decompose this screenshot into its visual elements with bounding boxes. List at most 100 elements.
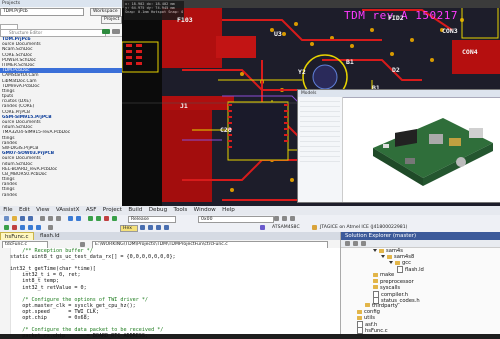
solution-tree-item-label: make bbox=[380, 272, 395, 279]
build-icon[interactable] bbox=[88, 216, 93, 221]
menu-help[interactable]: Help bbox=[219, 206, 238, 215]
hex-toggle[interactable]: Hex bbox=[120, 224, 138, 232]
undo-icon[interactable] bbox=[68, 216, 73, 221]
tab-flash-ld[interactable]: flash.ld bbox=[36, 232, 64, 240]
solution-tree-item-label: hsFunc.c bbox=[365, 328, 388, 335]
settings-icon[interactable] bbox=[112, 29, 120, 34]
menu-asf[interactable]: ASF bbox=[83, 206, 100, 215]
step-over-icon[interactable] bbox=[28, 225, 33, 230]
copy-icon[interactable] bbox=[48, 216, 53, 221]
menu-vassistx[interactable]: VAssistX bbox=[53, 206, 83, 215]
refresh-icon[interactable] bbox=[353, 240, 358, 246]
folder-icon bbox=[387, 254, 392, 259]
designator: F103 bbox=[177, 16, 193, 24]
menu-view[interactable]: View bbox=[33, 206, 53, 215]
workspace-button[interactable]: Workspace bbox=[90, 8, 121, 16]
file-icon bbox=[357, 327, 363, 335]
menu-debug[interactable]: Debug bbox=[146, 206, 171, 215]
expand-arrow-icon[interactable] bbox=[373, 249, 377, 252]
solution-tree-item-label: syscalls bbox=[380, 284, 401, 291]
device-programming-icon[interactable] bbox=[260, 225, 265, 230]
coordinate-readout: x: 18.902 dx: 18.402 mm y: 64.975 dy: 74… bbox=[124, 1, 184, 20]
altium-window: Projects TDM.PrjPcb Workspace Project St… bbox=[0, 0, 500, 206]
snap-info: Snap: 0.1mm Hotspot Snap: 0.203mm bbox=[125, 10, 183, 15]
3d-board-render[interactable] bbox=[343, 98, 499, 200]
folder-icon bbox=[365, 303, 370, 308]
paste-icon[interactable] bbox=[56, 216, 61, 221]
find-icon[interactable] bbox=[274, 216, 279, 221]
designator: CON4 bbox=[462, 48, 478, 56]
solution-tree-item[interactable]: flash.ld bbox=[397, 266, 424, 274]
watch-icon[interactable] bbox=[156, 225, 161, 230]
folder-icon bbox=[373, 279, 378, 283]
project-button[interactable]: Project bbox=[101, 16, 123, 24]
breakpoint-icon[interactable] bbox=[48, 225, 53, 230]
viewer-title: Models bbox=[301, 91, 317, 96]
projects-panel-header: Projects TDM.PrjPcb Workspace Project St… bbox=[0, 0, 123, 37]
solution-explorer-title: Solution Explorer (master) bbox=[341, 232, 500, 240]
disassembly-icon[interactable] bbox=[164, 225, 169, 230]
home-icon[interactable] bbox=[345, 240, 350, 246]
menu-build[interactable]: Build bbox=[125, 206, 145, 215]
replace-icon[interactable] bbox=[282, 216, 287, 221]
code-lines: /** Reception buffer */static uint8_t gs… bbox=[10, 248, 340, 339]
viewer-tree[interactable] bbox=[298, 97, 343, 202]
expand-arrow-icon[interactable] bbox=[389, 261, 393, 265]
projects-tree: TDM.PrjPcb ource Documents Ncam.SchDoc CORE… bbox=[0, 37, 122, 206]
collapse-all-icon[interactable] bbox=[361, 240, 366, 246]
solution-tree-item-label: gcc bbox=[402, 260, 411, 267]
solution-tree-item-label: sam4s8 bbox=[394, 254, 415, 261]
solution-tree-item-label: sam4s bbox=[386, 248, 403, 254]
solution-tree-item[interactable]: hsFunc.c bbox=[357, 327, 388, 335]
solution-tree: sam4s sam4s8 gcc flash.ld make preprocessor sy… bbox=[341, 248, 500, 335]
code-editor[interactable]: /** Reception buffer */static uint8_t gs… bbox=[0, 248, 340, 339]
project-tree-item[interactable]: randes bbox=[0, 193, 122, 198]
designator: FID2 bbox=[388, 14, 404, 22]
continue-icon[interactable] bbox=[4, 225, 9, 230]
menu-file[interactable]: File bbox=[0, 206, 16, 215]
file-icon bbox=[397, 266, 403, 274]
menu-window[interactable]: Window bbox=[190, 206, 218, 215]
start-debug-icon[interactable] bbox=[96, 216, 101, 221]
step-into-icon[interactable] bbox=[20, 225, 25, 230]
step-out-icon[interactable] bbox=[36, 225, 41, 230]
stop-icon[interactable] bbox=[104, 216, 109, 221]
solution-tree-item-label: flash.ld bbox=[405, 267, 424, 274]
code-line: packet_rx.chip = BOARD_RTC_ADDRESS; bbox=[10, 333, 149, 339]
start-without-debug-icon[interactable] bbox=[112, 216, 117, 221]
cut-icon[interactable] bbox=[40, 216, 45, 221]
menu-project[interactable]: Project bbox=[100, 206, 126, 215]
folder-icon bbox=[373, 285, 378, 290]
configuration-dropdown[interactable]: Release bbox=[128, 215, 176, 223]
projects-panel: Projects TDM.PrjPcb Workspace Project St… bbox=[0, 0, 123, 206]
debugger-label[interactable]: JTAGICE on Atmel ICE (J41800022981) bbox=[320, 223, 407, 232]
comment-icon[interactable] bbox=[290, 216, 295, 221]
solution-tree-item-label: utils bbox=[364, 315, 375, 322]
open-folder-icon[interactable] bbox=[12, 216, 17, 221]
designator: D2 bbox=[392, 66, 400, 74]
break-icon[interactable] bbox=[12, 225, 17, 230]
folder-icon bbox=[395, 260, 400, 265]
save-icon[interactable] bbox=[20, 216, 25, 221]
expand-arrow-icon[interactable] bbox=[381, 255, 385, 259]
structure-editor-search[interactable]: Structure Editor bbox=[0, 29, 106, 37]
folder-icon bbox=[373, 272, 378, 277]
memory-icon[interactable] bbox=[140, 225, 145, 230]
folder-icon bbox=[379, 248, 384, 253]
solution-tree-item-label: preprocessor bbox=[380, 278, 414, 285]
find-combo[interactable]: 0x00 bbox=[198, 215, 274, 223]
redo-icon[interactable] bbox=[76, 216, 81, 221]
save-all-icon[interactable] bbox=[28, 216, 33, 221]
device-label[interactable]: ATSAM4S8C bbox=[272, 223, 300, 232]
project-dropdown[interactable]: TDM.PrjPcb bbox=[0, 8, 84, 16]
debugger-icon[interactable] bbox=[312, 225, 317, 230]
menu-edit[interactable]: Edit bbox=[16, 206, 33, 215]
registers-icon[interactable] bbox=[148, 225, 153, 230]
nav-back-icon[interactable] bbox=[80, 241, 85, 247]
add-icon[interactable] bbox=[102, 29, 110, 34]
designator: CON3 bbox=[442, 27, 458, 35]
atmel-studio-window: File Edit View VAssistX ASF Project Build Debug… bbox=[0, 206, 500, 339]
new-file-icon[interactable] bbox=[4, 216, 9, 221]
menu-tools[interactable]: Tools bbox=[170, 206, 190, 215]
3d-model-viewer: Models bbox=[297, 89, 500, 203]
